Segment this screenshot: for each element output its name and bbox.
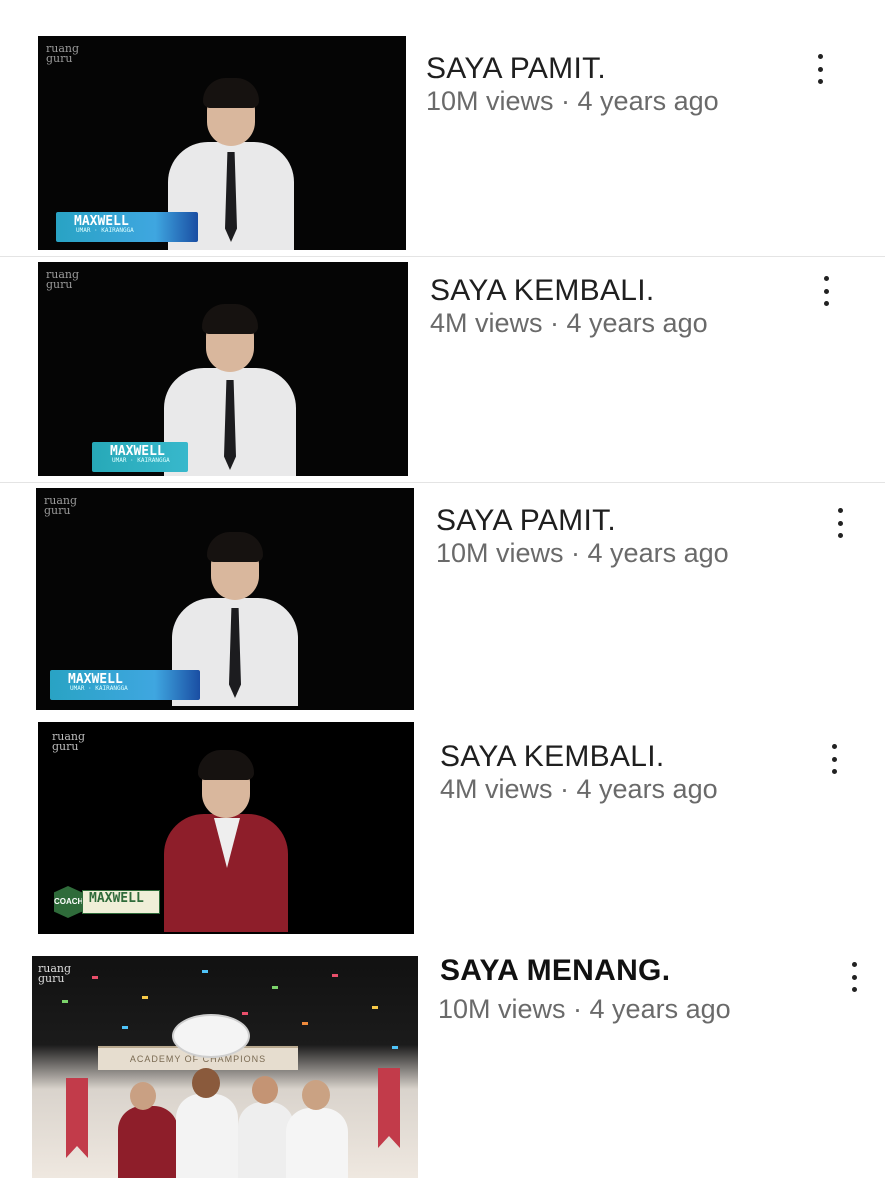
video-item[interactable]: ruang guru MAXWELL UMAR · KAIRANGGA SAYA … (0, 484, 885, 712)
video-item[interactable]: ruang guru ACADEMY OF CHAMPIONS SAYA MEN… (0, 948, 885, 1188)
more-options-icon[interactable] (814, 54, 826, 84)
video-title[interactable]: SAYA PAMIT. (436, 504, 616, 538)
name-tag: MAXWELL UMAR · KAIRANGGA (56, 212, 198, 242)
channel-logo: ruang guru (38, 962, 72, 985)
confetti (392, 1046, 398, 1049)
video-thumbnail[interactable]: ruang guru MAXWELL UMAR · KAIRANGGA (38, 262, 408, 476)
confetti (202, 970, 208, 973)
video-title[interactable]: SAYA KEMBALI. (430, 274, 655, 308)
student-head (192, 1068, 220, 1098)
flag-banner (378, 1068, 400, 1148)
video-title[interactable]: SAYA PAMIT. (426, 52, 606, 86)
video-item[interactable]: ruang guru COACH MAXWELL SAYA KEMBALI. 4… (0, 718, 885, 940)
confetti (272, 986, 278, 989)
student-head (130, 1082, 156, 1110)
confetti (302, 1022, 308, 1025)
more-options-icon[interactable] (828, 744, 840, 774)
video-item[interactable]: ruang guru MAXWELL UMAR · KAIRANGGA SAYA … (0, 258, 885, 482)
video-meta: 4M views · 4 years ago (440, 774, 718, 804)
video-thumbnail[interactable]: ruang guru MAXWELL UMAR · KAIRANGGA (36, 488, 414, 710)
confetti (332, 974, 338, 977)
channel-logo: ruang guru (52, 730, 86, 753)
video-thumbnail[interactable]: ruang guru MAXWELL UMAR · KAIRANGGA (38, 36, 406, 250)
video-thumbnail[interactable]: ruang guru ACADEMY OF CHAMPIONS (32, 956, 418, 1178)
video-meta: 10M views · 4 years ago (426, 86, 719, 116)
coach-badge: COACH (54, 886, 82, 918)
video-meta: 4M views · 4 years ago (430, 308, 708, 338)
video-item[interactable]: ruang guru MAXWELL UMAR · KAIRANGGA SAYA … (0, 0, 885, 258)
name-tag: MAXWELL (82, 890, 160, 914)
more-options-icon[interactable] (834, 508, 846, 538)
name-tag: MAXWELL UMAR · KAIRANGGA (50, 670, 200, 700)
student-figure (176, 1094, 238, 1178)
video-meta: 10M views · 4 years ago (438, 994, 731, 1024)
confetti (142, 996, 148, 999)
student-figure (118, 1106, 178, 1178)
more-options-icon[interactable] (820, 276, 832, 306)
confetti (62, 1000, 68, 1003)
student-figure (286, 1108, 348, 1178)
channel-logo: ruang guru (44, 494, 78, 517)
video-title[interactable]: SAYA MENANG. (440, 954, 670, 988)
channel-logo: ruang guru (46, 268, 80, 291)
trophy-plate (172, 1014, 250, 1058)
student-head (252, 1076, 278, 1104)
confetti (122, 1026, 128, 1029)
video-meta: 10M views · 4 years ago (436, 538, 729, 568)
student-head (302, 1080, 330, 1110)
confetti (242, 1012, 248, 1015)
channel-logo: ruang guru (46, 42, 80, 65)
flag-banner (66, 1078, 88, 1158)
more-options-icon[interactable] (848, 962, 860, 992)
video-title[interactable]: SAYA KEMBALI. (440, 740, 665, 774)
name-tag: MAXWELL UMAR · KAIRANGGA (92, 442, 188, 472)
divider (0, 482, 885, 483)
confetti (92, 976, 98, 979)
confetti (372, 1006, 378, 1009)
divider (0, 256, 885, 257)
video-thumbnail[interactable]: ruang guru COACH MAXWELL (38, 722, 414, 934)
